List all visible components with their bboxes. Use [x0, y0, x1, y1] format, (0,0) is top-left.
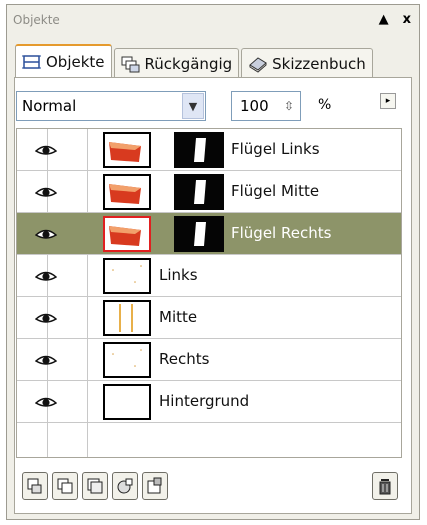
chevron-down-icon[interactable]: ▼ — [182, 93, 204, 119]
eye-icon[interactable] — [35, 310, 57, 326]
object-thumbnail — [103, 342, 151, 378]
tab-objekte[interactable]: Objekte — [15, 44, 112, 78]
bottom-toolbar — [16, 472, 402, 502]
new-mask-icon — [147, 477, 162, 494]
mask-thumbnail — [174, 174, 224, 210]
eye-icon[interactable] — [35, 184, 57, 200]
minimize-button[interactable]: ▲ — [379, 12, 389, 27]
object-thumbnail — [103, 258, 151, 294]
panel-title: Objekte — [13, 13, 60, 27]
object-row[interactable]: Flügel Mitte — [17, 171, 401, 213]
object-list: Flügel Links Flügel Mitte Flügel Rechts Lin… — [16, 128, 402, 458]
history-icon — [121, 55, 141, 73]
object-thumbnail — [103, 216, 151, 252]
object-thumbnail — [103, 174, 151, 210]
object-row[interactable]: Flügel Links — [17, 129, 401, 171]
eye-icon[interactable] — [35, 268, 57, 284]
tab-skizzenbuch-label: Skizzenbuch — [272, 54, 366, 73]
eye-icon[interactable] — [35, 226, 57, 242]
tab-bar: Objekte Rückgängig Skizzenbuch — [15, 44, 375, 78]
opacity-field[interactable]: 100 ⇳ — [231, 91, 301, 121]
mask-thumbnail — [174, 216, 224, 252]
object-label: Flügel Links — [231, 140, 320, 158]
new-object-button[interactable] — [52, 472, 78, 500]
opacity-value: 100 — [240, 97, 269, 115]
panel-titlebar: Objekte ▲ x — [7, 5, 419, 35]
tab-rueckgaengig[interactable]: Rückgängig — [113, 48, 240, 78]
opacity-spinner-icon[interactable]: ⇳ — [284, 99, 294, 113]
tab-rueckgaengig-label: Rückgängig — [144, 54, 233, 73]
object-label: Rechts — [159, 350, 210, 368]
layers-icon — [22, 53, 42, 71]
object-label: Hintergrund — [159, 392, 250, 410]
object-label: Mitte — [159, 308, 198, 326]
object-thumbnail — [103, 300, 151, 336]
eye-icon[interactable] — [35, 142, 57, 158]
group-icon — [117, 478, 133, 494]
object-row[interactable]: Hintergrund — [17, 381, 401, 423]
mask-thumbnail — [174, 132, 224, 168]
object-row[interactable]: Links — [17, 255, 401, 297]
eye-icon[interactable] — [35, 394, 57, 410]
delete-button[interactable] — [372, 472, 398, 500]
object-label: Flügel Rechts — [231, 224, 332, 242]
object-thumbnail — [103, 132, 151, 168]
trash-icon — [379, 479, 391, 495]
blend-mode-select[interactable]: Normal ▼ — [16, 91, 206, 121]
combine-icon — [87, 478, 103, 494]
object-label: Links — [159, 266, 198, 284]
object-row[interactable]: Rechts — [17, 339, 401, 381]
opacity-unit: % — [318, 97, 332, 113]
blend-mode-value: Normal — [22, 97, 77, 115]
layer-controls: Normal ▼ 100 ⇳ % ▸ — [16, 91, 396, 121]
combine-button[interactable] — [82, 472, 108, 500]
panel-menu-button[interactable]: ▸ — [380, 93, 396, 109]
object-label: Flügel Mitte — [231, 182, 320, 200]
object-row[interactable]: Mitte — [17, 297, 401, 339]
new-mask-button[interactable] — [142, 472, 168, 500]
object-properties-button[interactable] — [22, 472, 48, 500]
eye-icon[interactable] — [35, 352, 57, 368]
tab-objekte-label: Objekte — [46, 53, 105, 71]
object-row[interactable]: Flügel Rechts — [17, 213, 401, 255]
new-object-icon — [57, 478, 73, 494]
sketchbook-icon — [248, 55, 268, 73]
object-properties-icon — [27, 478, 42, 494]
group-button[interactable] — [112, 472, 138, 500]
object-thumbnail — [103, 384, 151, 420]
close-button[interactable]: x — [403, 12, 411, 27]
tab-skizzenbuch[interactable]: Skizzenbuch — [241, 48, 373, 78]
